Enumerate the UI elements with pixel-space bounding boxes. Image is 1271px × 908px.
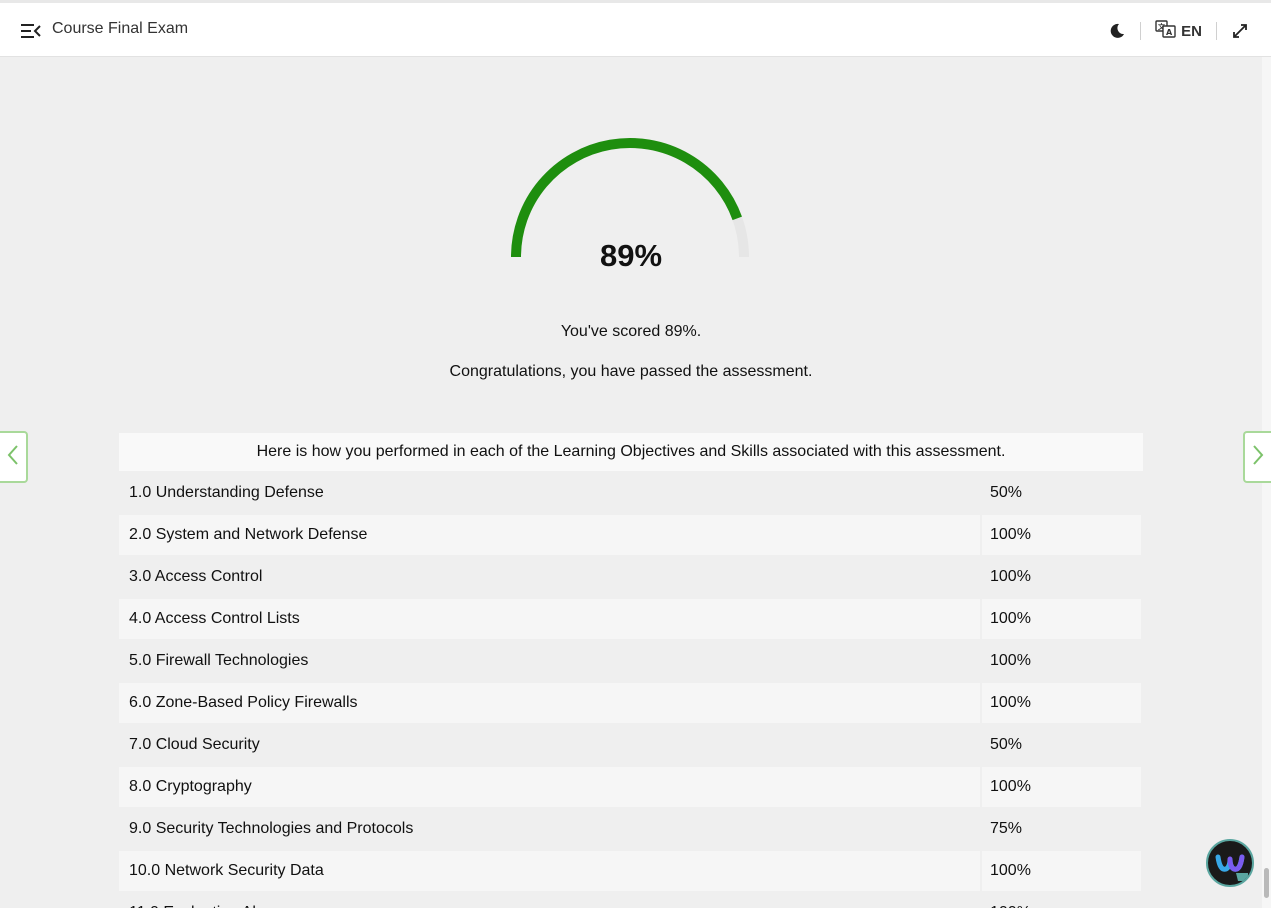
table-row: 7.0 Cloud Security 50% bbox=[119, 724, 1143, 766]
table-row: 8.0 Cryptography 100% bbox=[119, 766, 1143, 808]
expand-icon[interactable] bbox=[1231, 22, 1249, 40]
menu-collapse-icon[interactable] bbox=[20, 22, 42, 40]
objective-score: 100% bbox=[990, 652, 1031, 669]
objective-score: 100% bbox=[982, 599, 1141, 639]
language-selector[interactable]: 文 A EN bbox=[1155, 20, 1202, 42]
translate-icon: 文 A bbox=[1155, 20, 1177, 42]
divider bbox=[1140, 22, 1142, 40]
table-row: 11.0 Evaluating Al100% bbox=[119, 892, 1143, 908]
objective-score: 50% bbox=[990, 484, 1023, 501]
chevron-right-icon bbox=[1251, 444, 1265, 471]
performance-table: 1.0 Understanding Defense 50% 2.0 System a… bbox=[119, 472, 1143, 908]
next-button[interactable] bbox=[1243, 431, 1271, 483]
objective-name: 4.0 Access Control Lists bbox=[119, 599, 980, 639]
table-row: 10.0 Network Security Data 100% bbox=[119, 850, 1143, 892]
objective-score: 50% bbox=[990, 736, 1023, 753]
table-row: 1.0 Understanding Defense 50% bbox=[119, 472, 1143, 514]
objective-score: 75% bbox=[990, 820, 1023, 837]
table-row: 9.0 Security Technologies and Protocols 7… bbox=[119, 808, 1143, 850]
score-value: 89% bbox=[599, 238, 663, 273]
table-row: 4.0 Access Control Lists 100% bbox=[119, 598, 1143, 640]
objective-name: 5.0 Firewall Technologies bbox=[129, 652, 309, 669]
objective-name: 3.0 Access Control bbox=[129, 568, 263, 585]
objective-score: 100% bbox=[982, 892, 1141, 908]
scrollbar-thumb[interactable] bbox=[1264, 868, 1269, 898]
svg-text:A: A bbox=[1166, 28, 1173, 37]
moon-icon[interactable] bbox=[1108, 22, 1126, 40]
objective-score: 100% bbox=[990, 568, 1031, 585]
pass-message: Congratulations, you have passed the ass… bbox=[449, 363, 813, 380]
webex-assistant-icon bbox=[1208, 854, 1252, 885]
top-bar: Course Final Exam 文 A EN bbox=[0, 0, 1271, 57]
webex-assistant-button[interactable] bbox=[1206, 839, 1254, 887]
objective-name: 11.0 Evaluating Al bbox=[119, 892, 980, 908]
table-row: 5.0 Firewall Technologies 100% bbox=[119, 640, 1143, 682]
objective-name: 1.0 Understanding Defense bbox=[129, 484, 324, 501]
objective-score: 100% bbox=[982, 767, 1141, 807]
objective-score: 100% bbox=[982, 683, 1141, 723]
objective-name: 2.0 System and Network Defense bbox=[119, 515, 980, 555]
divider bbox=[1216, 22, 1217, 40]
performance-header: Here is how you performed in each of the… bbox=[119, 433, 1143, 471]
scored-message: You've scored 89%. bbox=[560, 323, 702, 340]
previous-button[interactable] bbox=[0, 431, 28, 483]
table-row: 3.0 Access Control 100% bbox=[119, 556, 1143, 598]
objective-name: 10.0 Network Security Data bbox=[119, 851, 980, 891]
objective-name: 7.0 Cloud Security bbox=[129, 736, 260, 753]
objective-score: 100% bbox=[982, 515, 1141, 555]
objective-name: 6.0 Zone-Based Policy Firewalls bbox=[119, 683, 980, 723]
chevron-left-icon bbox=[6, 444, 20, 471]
language-code: EN bbox=[1181, 22, 1202, 40]
page-title: Course Final Exam bbox=[52, 20, 189, 37]
objective-name: 9.0 Security Technologies and Protocols bbox=[129, 820, 414, 837]
table-row: 2.0 System and Network Defense 100% bbox=[119, 514, 1143, 556]
objective-name: 8.0 Cryptography bbox=[119, 767, 980, 807]
objective-score: 100% bbox=[982, 851, 1141, 891]
table-row: 6.0 Zone-Based Policy Firewalls 100% bbox=[119, 682, 1143, 724]
